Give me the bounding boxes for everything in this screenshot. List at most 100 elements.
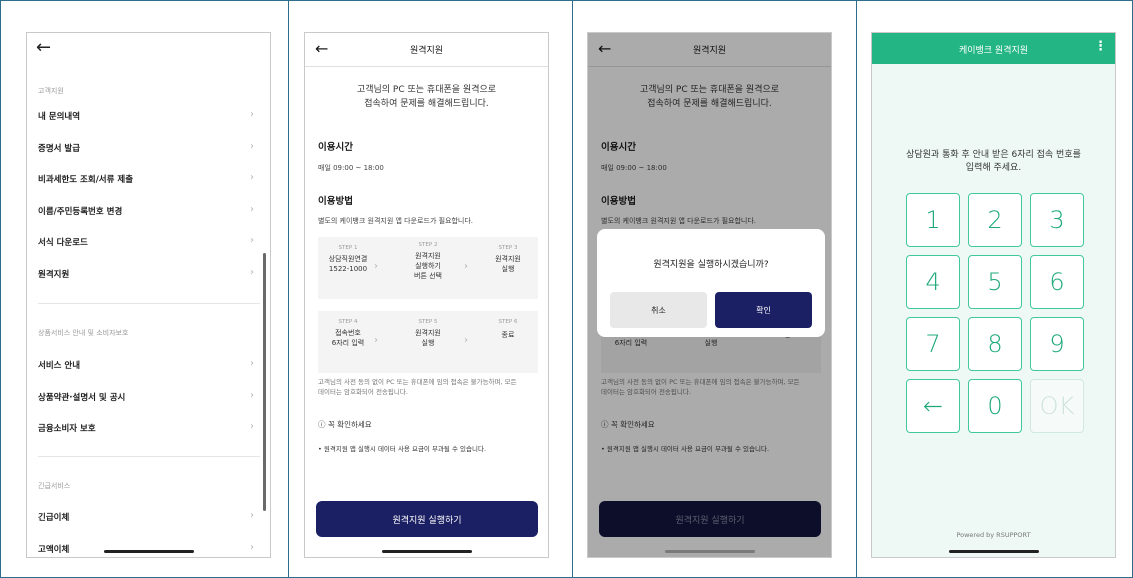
step-item: STEP 4접속번호6자리 입력 xyxy=(331,319,365,347)
powered-by: Powered by RSUPPORT xyxy=(956,531,1031,539)
divider xyxy=(38,303,260,304)
menu-item[interactable]: 내 문의내역 › xyxy=(27,106,270,126)
confirm-button[interactable]: 확인 xyxy=(715,292,812,328)
chevron-right-icon: › xyxy=(250,541,254,553)
hours-label: 이용시간 xyxy=(318,142,353,153)
chevron-right-icon: › xyxy=(250,235,254,246)
home-indicator xyxy=(381,550,472,553)
menu-item[interactable]: 금융소비자 보호 › xyxy=(27,418,270,438)
phone-remote-dialog: ← 원격지원 고객님의 PC 또는 휴대폰을 원격으로 접속하여 문제를 해결해… xyxy=(587,32,832,558)
section-label-customer-support: 고객지원 xyxy=(38,87,64,95)
keypad-body xyxy=(872,64,1115,557)
menu-item[interactable]: 긴급이체 › xyxy=(27,507,270,527)
menu-item[interactable]: 증명서 발급 › xyxy=(27,138,270,158)
chevron-right-icon: › xyxy=(250,358,254,369)
instruction-line: 상담원과 통화 후 안내 받은 6자리 접속 번호를 xyxy=(906,150,1081,160)
header: ← 원격지원 xyxy=(305,33,548,67)
chevron-right-icon: › xyxy=(374,335,378,346)
key-3[interactable]: 3 xyxy=(1030,193,1084,247)
app-title: 케이뱅크 원격지원 xyxy=(958,46,1029,56)
menu-item-label: 내 문의내역 xyxy=(38,112,81,122)
intro-line: 접속하여 문제를 해결해드립니다. xyxy=(364,99,489,109)
page-title: 원격지원 xyxy=(409,46,444,56)
steps-row-2: STEP 4 접속번호 6자리 입력 › STEP 5 원격지원 실행 › STEP 6… xyxy=(318,311,538,373)
more-menu-icon[interactable]: ⋮ xyxy=(1094,39,1107,54)
instruction-line: 입력해 주세요. xyxy=(965,163,1022,173)
chevron-right-icon: › xyxy=(250,172,254,183)
divider xyxy=(38,456,260,457)
key-8[interactable]: 8 xyxy=(968,317,1022,371)
section-label-product-service: 상품서비스 안내 및 소비자보호 xyxy=(38,329,129,337)
menu-item[interactable]: 이름/주민등록번호 변경 › xyxy=(27,201,270,221)
step-item: STEP 2 원격지원 실행하기 버튼 선택 xyxy=(414,242,442,280)
bullet-text: • 원격지원 앱 실행시 데이터 사용 요금이 부과될 수 있습니다. xyxy=(318,445,487,453)
menu-item-label: 서식 다운로드 xyxy=(38,238,88,248)
back-arrow-icon[interactable]: ← xyxy=(36,37,51,58)
backspace-key[interactable]: ← xyxy=(906,379,960,433)
key-0[interactable]: 0 xyxy=(968,379,1022,433)
step-item: STEP 1 상담직원연결 1522-1000 xyxy=(328,245,368,273)
phone-customer-menu: ← 고객지원 내 문의내역 › 증명서 발급 › 비과세한도 조회/서류 제출 › 이름/주… xyxy=(26,32,271,558)
notice-line: 데이터는 암호화되어 전송됩니다. xyxy=(318,388,408,396)
ok-key[interactable]: OK xyxy=(1030,379,1084,433)
steps-row-1: STEP 1 상담직원연결 1522-1000 › STEP 2 원격지원 실행하기 버튼… xyxy=(318,237,538,299)
panel-divider xyxy=(572,0,573,578)
menu-item-label: 서비스 안내 xyxy=(38,361,81,371)
chevron-right-icon: › xyxy=(250,140,254,152)
key-9[interactable]: 9 xyxy=(1030,317,1084,371)
menu-item[interactable]: 서식 다운로드 › xyxy=(27,232,270,252)
phone-keypad: 케이뱅크 원격지원 ⋮ 상담원과 통화 후 안내 받은 6자리 접속 번호를 입… xyxy=(871,32,1116,558)
check-title: ⓘ 꼭 확인하세요 xyxy=(318,420,372,429)
chevron-right-icon: › xyxy=(250,266,254,278)
dialog-message: 원격지원을 실행하시겠습니까? xyxy=(653,260,769,270)
chevron-right-icon: › xyxy=(250,389,254,401)
key-7[interactable]: 7 xyxy=(906,317,960,371)
intro-line: 고객님의 PC 또는 휴대폰을 원격으로 xyxy=(356,85,497,95)
menu-item-label: 상품약관·설명서 및 공시 xyxy=(38,392,126,403)
step-item: STEP 5원격지원실행 xyxy=(415,319,441,347)
home-indicator xyxy=(664,550,755,553)
menu-item-label: 이름/주민등록번호 변경 xyxy=(38,206,123,217)
chevron-right-icon: › xyxy=(250,109,254,120)
notice-line: 고객님의 사전 동의 없이 PC 또는 휴대폰에 임의 접속은 불가능하며, 모… xyxy=(318,378,517,386)
menu-item-label: 긴급이체 xyxy=(38,513,70,523)
run-remote-button[interactable]: 원격지원 실행하기 xyxy=(316,501,538,537)
chevron-right-icon: › xyxy=(250,510,254,521)
chevron-right-icon: › xyxy=(250,421,254,432)
chevron-right-icon: › xyxy=(250,203,254,215)
notice-text: 고객님의 사전 동의 없이 PC 또는 휴대폰에 임의 접속은 불가능하며, 모… xyxy=(318,377,535,397)
menu-item[interactable]: 비과세한도 조회/서류 제출 › xyxy=(27,169,270,189)
key-6[interactable]: 6 xyxy=(1030,255,1084,309)
keypad-instruction: 상담원과 통화 후 안내 받은 6자리 접속 번호를 입력해 주세요. xyxy=(872,149,1115,175)
panel-divider xyxy=(288,0,289,578)
key-4[interactable]: 4 xyxy=(906,255,960,309)
menu-item-label: 금융소비자 보호 xyxy=(38,424,96,434)
app-header: 케이뱅크 원격지원 ⋮ xyxy=(872,33,1115,64)
panel-divider xyxy=(856,0,857,578)
scrollbar[interactable] xyxy=(263,253,266,511)
home-indicator xyxy=(948,550,1039,553)
key-2[interactable]: 2 xyxy=(968,193,1022,247)
menu-item[interactable]: 고액이체 › xyxy=(27,539,270,558)
chevron-right-icon: › xyxy=(374,261,378,272)
method-label: 이용방법 xyxy=(318,196,353,207)
step-item: STEP 3 원격지원 실행 xyxy=(495,245,521,273)
menu-item-label: 원격지원 xyxy=(38,269,70,280)
cancel-button[interactable]: 취소 xyxy=(610,292,707,328)
menu-item[interactable]: 상품약관·설명서 및 공시 › xyxy=(27,387,270,407)
menu-item[interactable]: 원격지원 › xyxy=(27,264,270,284)
key-5[interactable]: 5 xyxy=(968,255,1022,309)
menu-item-label: 증명서 발급 xyxy=(38,143,81,154)
confirm-dialog: 원격지원을 실행하시겠습니까? 취소 확인 xyxy=(597,229,825,337)
method-desc: 별도의 케이뱅크 원격지원 앱 다운로드가 필요합니다. xyxy=(318,217,474,225)
intro-text: 고객님의 PC 또는 휴대폰을 원격으로 접속하여 문제를 해결해드립니다. xyxy=(305,83,548,111)
hours-value: 매일 09:00 ~ 18:00 xyxy=(318,164,384,172)
menu-item-label: 고액이체 xyxy=(38,544,70,555)
step-item: STEP 6종료 xyxy=(498,319,518,339)
section-label-emergency: 긴급서비스 xyxy=(38,482,71,490)
home-indicator xyxy=(103,550,194,553)
key-1[interactable]: 1 xyxy=(906,193,960,247)
chevron-right-icon: › xyxy=(464,261,468,272)
menu-item[interactable]: 서비스 안내 › xyxy=(27,355,270,375)
chevron-right-icon: › xyxy=(464,335,468,346)
